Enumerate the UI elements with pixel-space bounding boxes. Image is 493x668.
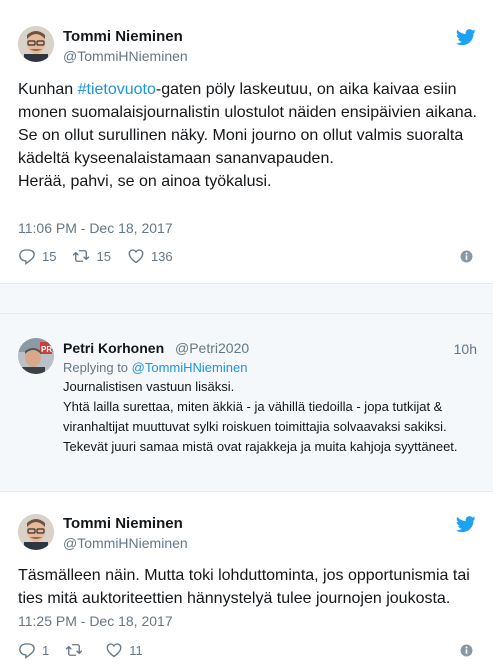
heart-icon [128, 249, 144, 264]
reply-icon [19, 249, 35, 265]
author-name[interactable]: Tommi Nieminen [63, 28, 183, 45]
avatar-petri[interactable]: PR [18, 338, 54, 374]
avatar-tommi[interactable] [18, 514, 54, 550]
info-icon[interactable] [460, 250, 473, 263]
reply-count: 15 [42, 248, 57, 264]
author-name[interactable]: Tommi Nieminen [63, 515, 183, 532]
tweet-actions: 15 15 136 [18, 246, 189, 266]
twitter-bird-icon[interactable] [456, 29, 476, 46]
author-handle[interactable]: @TommiHNieminen [63, 535, 188, 551]
author-handle[interactable]: @TommiHNieminen [63, 48, 188, 64]
replying-to: Replying to @TommiHNieminen [63, 360, 247, 375]
tweet-timestamp[interactable]: 11:06 PM - Dec 18, 2017 [18, 220, 173, 236]
retweet-count: 15 [96, 248, 111, 264]
svg-text:PR: PR [41, 345, 52, 354]
tweet-followup: Tommi Nieminen @TommiHNieminen Täsmällee… [0, 492, 493, 668]
reply-tweet[interactable]: PR Petri Korhonen @Petri2020 10h Replyin… [0, 314, 493, 492]
like-count: 11 [129, 642, 143, 658]
twitter-bird-icon[interactable] [456, 516, 476, 533]
tweet-main: Tommi Nieminen @TommiHNieminen Kunhan #t… [0, 0, 493, 284]
reply-count: 1 [42, 642, 50, 658]
reply-author-name[interactable]: Petri Korhonen [63, 340, 164, 356]
reply-icon [19, 643, 35, 659]
retweet-button[interactable] [65, 641, 89, 659]
tweet-text: Kunhan #tietovuoto-gaten pöly laskeutuu,… [18, 78, 480, 193]
like-count: 136 [150, 248, 173, 264]
heart-icon [106, 643, 122, 658]
hashtag-link[interactable]: #tietovuoto [78, 81, 156, 98]
like-button[interactable]: 11 [105, 641, 143, 659]
avatar-tommi[interactable] [18, 26, 54, 62]
reply-author-handle[interactable]: @Petri2020 [175, 340, 249, 356]
tweet-text: Täsmälleen näin. Mutta toki lohduttomint… [18, 567, 475, 607]
retweet-icon [73, 250, 90, 262]
conversation-gap [0, 284, 493, 314]
tweet-text-start: Kunhan [18, 81, 78, 98]
replying-to-link[interactable]: @TommiHNieminen [132, 360, 248, 375]
retweet-icon [66, 644, 83, 656]
info-icon[interactable] [460, 644, 473, 657]
retweet-button[interactable]: 15 [72, 247, 111, 265]
like-button[interactable]: 136 [127, 247, 173, 265]
reply-time[interactable]: 10h [454, 341, 477, 357]
replying-prefix: Replying to [63, 360, 132, 375]
reply-button[interactable]: 15 [18, 247, 56, 265]
reply-text: Journalistisen vastuun lisäksi. Yhtä lai… [63, 379, 458, 454]
tweet-timestamp[interactable]: 11:25 PM - Dec 18, 2017 [18, 613, 173, 629]
reply-button[interactable]: 1 [18, 641, 49, 659]
tweet-actions: 1 11 [18, 640, 159, 660]
